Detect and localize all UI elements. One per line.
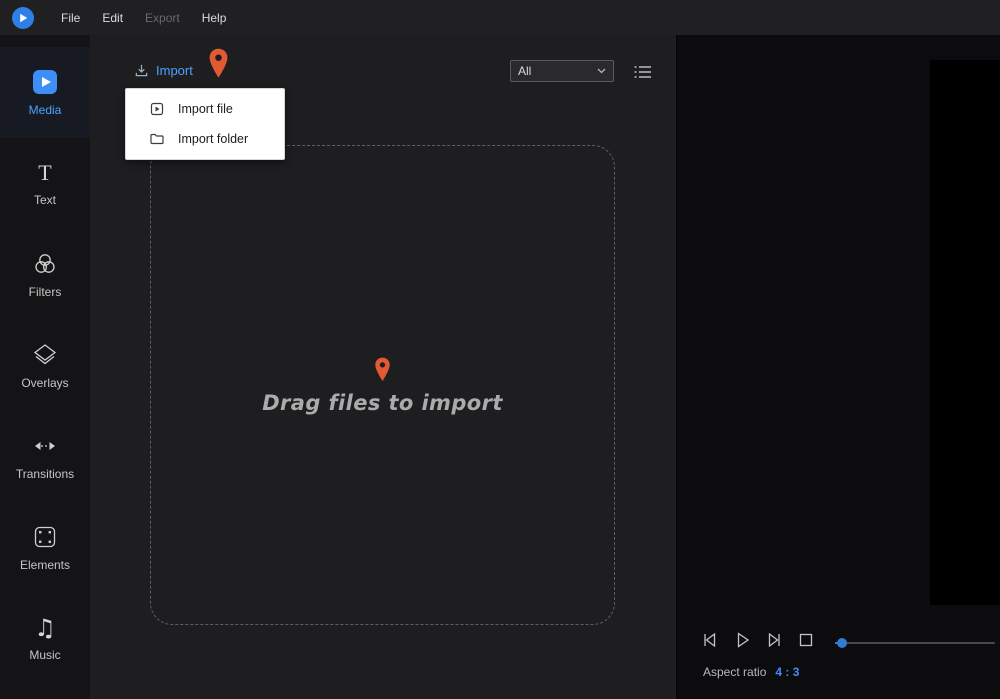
previous-frame-button[interactable] xyxy=(700,630,720,650)
sidebar-item-label: Music xyxy=(29,648,60,662)
text-icon: T xyxy=(38,161,51,185)
aspect-ratio-value[interactable]: 4 : 3 xyxy=(775,665,799,679)
import-button-label: Import xyxy=(156,63,193,78)
filters-icon xyxy=(32,251,58,277)
menu-item-file[interactable]: File xyxy=(50,0,91,35)
sidebar-item-label: Filters xyxy=(29,285,62,299)
sidebar-item-filters[interactable]: Filters xyxy=(0,229,90,320)
import-button[interactable]: Import xyxy=(134,63,193,78)
sidebar-item-label: Transitions xyxy=(16,467,74,481)
media-icon xyxy=(32,69,58,95)
import-dropzone[interactable]: Drag files to import xyxy=(150,145,615,625)
menu-item-edit[interactable]: Edit xyxy=(91,0,134,35)
sidebar-item-music[interactable]: ♫ Music xyxy=(0,593,90,684)
sidebar-item-transitions[interactable]: Transitions xyxy=(0,411,90,502)
file-icon xyxy=(149,101,165,117)
sidebar-item-label: Text xyxy=(34,193,56,207)
playback-controls xyxy=(700,630,828,650)
sidebar-item-label: Elements xyxy=(20,558,70,572)
seek-knob[interactable] xyxy=(837,638,847,648)
sidebar-item-label: Overlays xyxy=(21,376,68,390)
play-button[interactable] xyxy=(732,630,752,650)
transitions-icon xyxy=(32,433,58,459)
sidebar-item-label: Media xyxy=(29,103,62,117)
list-view-toggle[interactable] xyxy=(633,64,653,80)
menu-item-export[interactable]: Export xyxy=(134,0,191,35)
aspect-ratio-label: Aspect ratio xyxy=(703,665,766,679)
menubar: File Edit Export Help xyxy=(0,0,1000,35)
sidebar: Media T Text Filters Overlays xyxy=(0,35,90,699)
sidebar-item-media[interactable]: Media xyxy=(0,47,90,138)
next-frame-button[interactable] xyxy=(764,630,784,650)
app-logo-icon xyxy=(12,7,34,29)
import-icon xyxy=(134,63,149,78)
pin-marker-icon xyxy=(374,356,391,383)
media-filter-value: All xyxy=(518,64,531,78)
folder-icon xyxy=(149,131,165,147)
seek-slider[interactable] xyxy=(835,638,995,648)
import-dropdown-menu: Import file Import folder xyxy=(125,88,285,160)
chevron-down-icon xyxy=(597,68,606,74)
media-panel: Import All Import file xyxy=(90,35,677,699)
menu-item-help[interactable]: Help xyxy=(191,0,238,35)
music-icon: ♫ xyxy=(34,616,56,640)
overlays-icon xyxy=(32,342,58,368)
preview-panel: Aspect ratio 4 : 3 xyxy=(677,35,1000,699)
sidebar-item-text[interactable]: T Text xyxy=(0,138,90,229)
menu-item-import-file[interactable]: Import file xyxy=(126,94,284,124)
elements-icon xyxy=(32,524,58,550)
menu-item-label: Import folder xyxy=(178,132,248,146)
stop-button[interactable] xyxy=(796,630,816,650)
app-window: File Edit Export Help Media T Text Filte… xyxy=(0,0,1000,699)
menu-item-label: Import file xyxy=(178,102,233,116)
seek-track[interactable] xyxy=(835,642,995,644)
sidebar-item-elements[interactable]: Elements xyxy=(0,502,90,593)
aspect-ratio-row: Aspect ratio 4 : 3 xyxy=(703,665,799,679)
sidebar-item-overlays[interactable]: Overlays xyxy=(0,320,90,411)
media-filter-select[interactable]: All xyxy=(510,60,614,82)
dropzone-label: Drag files to import xyxy=(262,391,503,415)
video-preview xyxy=(930,60,1000,605)
menu-item-import-folder[interactable]: Import folder xyxy=(126,124,284,154)
pin-marker-icon xyxy=(208,47,229,80)
